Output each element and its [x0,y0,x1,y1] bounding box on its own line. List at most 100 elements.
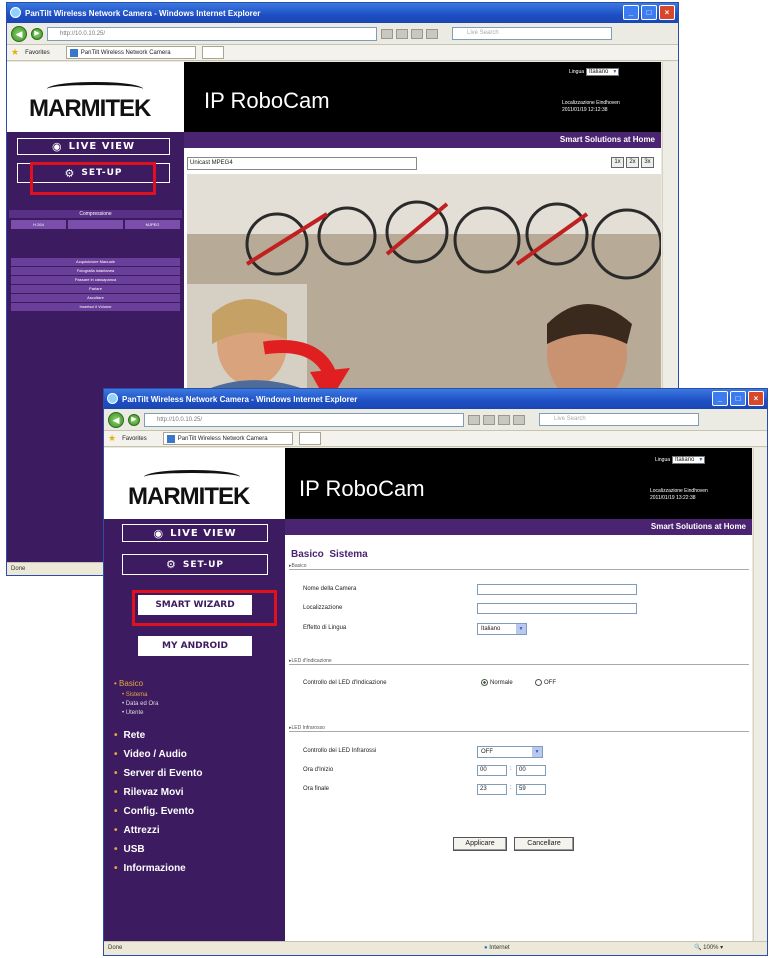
end-minute-field[interactable]: 59 [516,784,546,795]
page-breadcrumb: Basico Sistema [291,549,368,560]
zoom-2x-button[interactable]: 2x [626,157,639,168]
language-selector[interactable]: Lingua Italiano [655,456,706,464]
location-text: Localizzazione Eindhoven 2011/01/19 12:12… [562,100,620,113]
settings-nav: • Basico • Sistema • Data ed Ora • Utent… [114,677,279,878]
nav-item-video-audio[interactable]: • Video / Audio [114,745,279,764]
close-button[interactable]: × [748,391,764,406]
zoom-1x-button[interactable]: 1x [611,157,624,168]
close-button[interactable]: × [659,5,675,20]
start-minute-field[interactable]: 00 [516,765,546,776]
time-separator: : [510,785,512,791]
menu-item[interactable]: Ascoltare [11,294,180,302]
compression-options: H.264 MJPEG [11,220,180,229]
browser-tab[interactable]: PanTilt Wireless Network Camera [65,46,196,59]
vertical-scrollbar[interactable] [753,448,767,941]
back-button[interactable]: ◀ [11,25,27,42]
address-bar[interactable]: http://10.0.10.25/ [47,26,377,41]
go-icon[interactable] [381,28,393,39]
menu-item[interactable]: Inserisci il Volume [11,303,180,311]
compat-icon[interactable] [483,414,495,425]
led-normal-radio[interactable]: Normale [481,679,513,686]
nav-item-config-evento[interactable]: • Config. Evento [114,802,279,821]
logo-arc-icon [47,82,143,96]
menu-item[interactable]: Fotografia istantanea [11,267,180,275]
gear-icon: ⚙ [166,558,177,571]
tagline-bar: Smart Solutions at Home [285,519,752,535]
highlight-setup [30,162,156,195]
camera-name-label: Nome della Camera [303,586,357,592]
minimize-button[interactable]: _ [623,5,639,20]
menu-item[interactable]: Parlare [11,285,180,293]
nav-sub-utente[interactable]: • Utente [114,709,279,718]
location-field[interactable] [477,603,637,614]
favorites-star-icon: ★ [108,433,117,443]
browser-window-front: PanTilt Wireless Network Camera - Window… [103,388,768,956]
nav-item-rilevaz-movi[interactable]: • Rilevaz Movi [114,783,279,802]
ie-icon [10,7,21,18]
language-selector[interactable]: Lingua Italiano [569,68,620,76]
zoom-buttons: 1x 2x 3x [611,157,654,168]
nav-item-informazione[interactable]: • Informazione [114,859,279,878]
zone-text: ● Internet [484,945,510,951]
browser-tab[interactable]: PanTilt Wireless Network Camera [162,432,293,445]
nav-item-server-evento[interactable]: • Server di Evento [114,764,279,783]
end-time-label: Ora finale [303,786,330,792]
nav-section-basico[interactable]: • Basico [114,677,279,691]
start-hour-field[interactable]: 00 [477,765,507,776]
forward-button[interactable]: ▶ [128,413,140,426]
language-label: Effetto di Lingua [303,625,347,631]
search-input[interactable]: Live Search [539,413,699,426]
setup-button[interactable]: ⚙ SET-UP [122,554,268,575]
logo-area: MARMITEK [104,448,285,519]
end-hour-field[interactable]: 23 [477,784,507,795]
section-led-infrared: ▸LED Infrarosso [289,725,749,732]
camera-name-field[interactable] [477,584,637,595]
zoom-level[interactable]: 🔍 100% ▾ [694,942,723,955]
compression-mid[interactable] [68,220,123,229]
nav-sub-data-ora[interactable]: • Data ed Ora [114,700,279,709]
compression-label: Compressione [9,210,182,218]
refresh-icon[interactable] [411,28,423,39]
menu-item[interactable]: Passare in cassapanca [11,276,180,284]
nav-sub-sistema[interactable]: • Sistema [114,691,279,700]
compat-icon[interactable] [396,28,408,39]
nav-item-attrezzi[interactable]: • Attrezzi [114,821,279,840]
window-title: PanTilt Wireless Network Camera - Window… [25,8,261,18]
maximize-button[interactable]: □ [730,391,746,406]
new-tab-button[interactable] [298,432,321,445]
menu-item[interactable]: Acquisizione Manuale [11,258,180,266]
search-input[interactable]: Live Search [452,27,612,40]
led-off-radio[interactable]: OFF [535,679,556,686]
live-view-button[interactable]: ◉ LIVE VIEW [17,138,170,155]
nav-item-rete[interactable]: • Rete [114,726,279,745]
go-icon[interactable] [468,414,480,425]
compression-mjpeg[interactable]: MJPEG [125,220,180,229]
apply-button[interactable]: Applicare [453,837,507,851]
time-separator: : [510,766,512,772]
favorites-button[interactable]: Favorites [25,50,50,56]
language-select[interactable]: Italiano [477,623,527,635]
new-tab-button[interactable] [201,46,224,59]
address-bar[interactable]: http://10.0.10.25/ [144,412,464,427]
nav-toolbar: ◀ ▶ http://10.0.10.25/ Live Search [7,23,678,45]
back-button[interactable]: ◀ [108,411,124,428]
forward-button[interactable]: ▶ [31,27,43,40]
title-bar: PanTilt Wireless Network Camera - Window… [7,3,678,23]
stop-icon[interactable] [513,414,525,425]
my-android-button[interactable]: MY ANDROID [138,636,252,656]
compression-h264[interactable]: H.264 [11,220,66,229]
logo-arc-icon [144,470,240,484]
live-view-button[interactable]: ◉ LIVE VIEW [122,524,268,542]
favorites-button[interactable]: Favorites [122,436,147,442]
refresh-icon[interactable] [498,414,510,425]
ir-control-label: Controllo dei LED Infrarossi [303,748,377,754]
ir-control-select[interactable]: OFF [477,746,543,758]
maximize-button[interactable]: □ [641,5,657,20]
nav-item-usb[interactable]: • USB [114,840,279,859]
sidebar: ◉ LIVE VIEW ⚙ SET-UP SMART WIZARD MY ANDRO… [104,519,285,941]
minimize-button[interactable]: _ [712,391,728,406]
stop-icon[interactable] [426,28,438,39]
ie-icon [107,393,118,404]
zoom-3x-button[interactable]: 3x [641,157,654,168]
cancel-button[interactable]: Cancellare [514,837,574,851]
